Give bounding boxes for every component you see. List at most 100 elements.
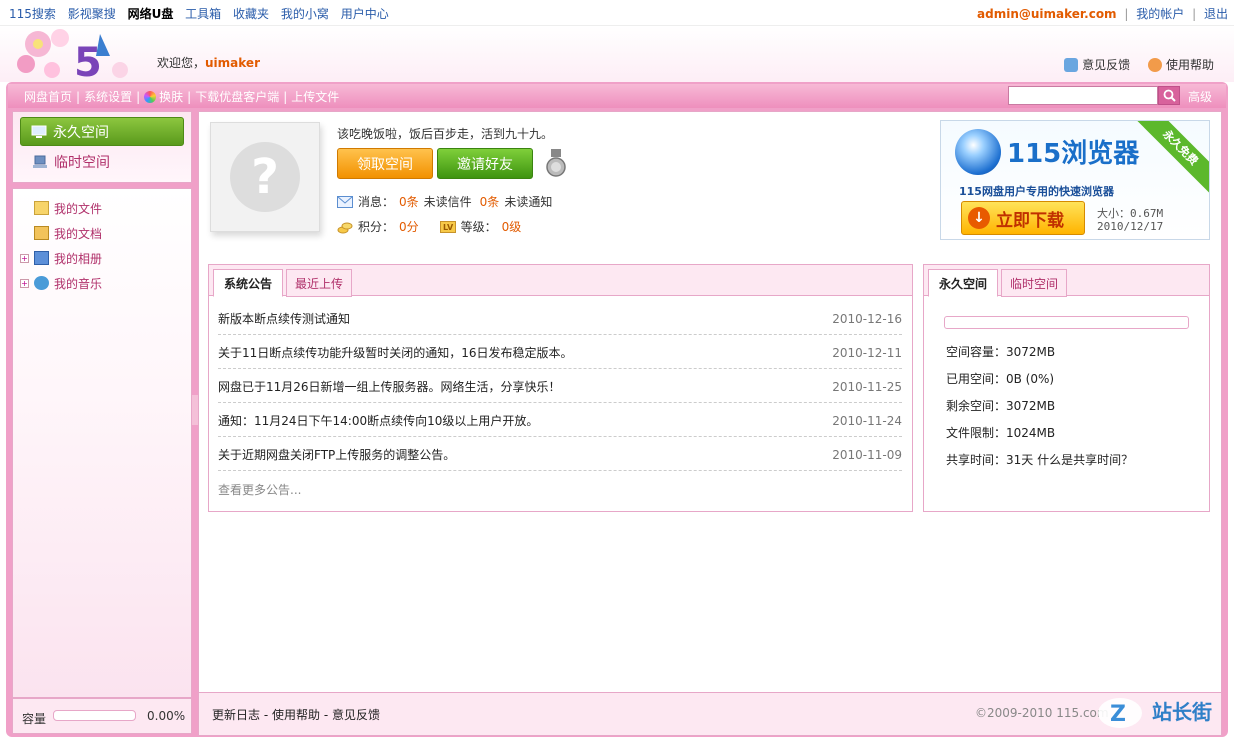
points-value: 0分 <box>399 220 419 234</box>
announcement-title[interactable]: 网盘已于11月26日新增一组上传服务器。网络生活，分享快乐！ <box>218 378 561 395</box>
svg-text:站长街: 站长街 <box>1152 700 1212 724</box>
nav-link-my-home[interactable]: 我的小窝 <box>281 7 329 21</box>
space-file-limit: 文件限制：1024MB <box>946 426 1056 440</box>
toolbar-settings[interactable]: 系统设置 <box>84 90 132 104</box>
nav-link-video-search[interactable]: 影视聚搜 <box>68 7 116 21</box>
tab-permanent-space[interactable]: 永久空间 <box>928 269 998 297</box>
browser-ad-banner[interactable]: 115浏览器 永久免费 115网盘用户专用的快速浏览器 ↓ 立即下载 大小：0.… <box>940 120 1210 240</box>
tree-item-my-files[interactable]: 我的文件 <box>20 199 102 217</box>
header-band: 5 欢迎您，uimaker 意见反馈 使用帮助 <box>0 26 1234 82</box>
tab-recent-uploads[interactable]: 最近上传 <box>286 269 352 297</box>
tree-item-my-documents[interactable]: 我的文档 <box>20 224 102 242</box>
feedback-label: 意见反馈 <box>1082 58 1131 72</box>
nav-link-toolbox[interactable]: 工具箱 <box>185 7 221 21</box>
toolbar-upload-file[interactable]: 上传文件 <box>291 90 339 104</box>
announcement-date: 2010-12-16 <box>832 311 902 326</box>
announcement-row[interactable]: 关于11日断点续传功能升级暂时关闭的通知，16日发布稳定版本。 2010-12-… <box>218 337 902 369</box>
search-icon <box>1163 89 1176 102</box>
announcement-title[interactable]: 通知：11月24日下午14:00断点续传向10级以上用户开放。 <box>218 412 538 429</box>
unread-mail-text: 未读信件 <box>423 195 472 209</box>
footer-changelog-link[interactable]: 更新日志 <box>212 708 260 722</box>
svg-text:LV: LV <box>443 223 454 232</box>
announcement-date: 2010-11-09 <box>832 447 902 462</box>
announcement-date: 2010-12-11 <box>832 345 902 360</box>
toolbar-download-client[interactable]: 下载优盘客户端 <box>195 90 279 104</box>
logout-link[interactable]: 退出 <box>1204 7 1228 21</box>
skin-palette-icon <box>144 91 157 103</box>
help-link[interactable]: 使用帮助 <box>1147 56 1214 73</box>
points-row: 积分： 0分 LV 等级： 0级 <box>337 218 521 235</box>
search-input[interactable] <box>1008 86 1158 105</box>
ad-free-ribbon: 永久免费 <box>1133 121 1209 195</box>
top-nav-links: 115搜索 影视聚搜 网络U盘 工具箱 收藏夹 我的小窝 用户中心 <box>9 5 397 22</box>
expand-icon[interactable]: + <box>20 253 29 263</box>
separator: | <box>76 90 81 104</box>
announcement-row[interactable]: 关于近期网盘关闭FTP上传服务的调整公告。 2010-11-09 <box>218 439 902 471</box>
nav-link-115-search[interactable]: 115搜索 <box>9 7 56 21</box>
footer-help-link[interactable]: 使用帮助 <box>272 708 320 722</box>
permanent-space-label: 永久空间 <box>53 124 109 141</box>
tree-item-label: 我的音乐 <box>54 276 103 291</box>
browser-globe-icon <box>955 129 1001 175</box>
toolbar-disk-home[interactable]: 网盘首页 <box>24 90 72 104</box>
tree-item-label: 我的文件 <box>54 201 103 216</box>
tree-item-my-music[interactable]: + 我的音乐 <box>20 274 102 292</box>
welcome-prefix: 欢迎您， <box>157 56 206 70</box>
permanent-space-tab[interactable]: 永久空间 <box>20 117 184 146</box>
ad-download-label: 立即下载 <box>996 210 1064 231</box>
help-icon <box>1147 57 1162 72</box>
temporary-space-tab[interactable]: 临时空间 <box>20 148 184 175</box>
ad-release-date: 2010/12/17 <box>1097 220 1164 233</box>
unread-mail-count[interactable]: 0条 <box>399 193 419 210</box>
space-info-panel <box>923 264 1210 512</box>
level-badge-icon: LV <box>439 220 456 233</box>
music-note-icon <box>34 276 49 290</box>
separator: | <box>136 90 141 104</box>
expand-icon[interactable]: + <box>20 278 29 288</box>
photo-icon <box>34 251 49 265</box>
my-account-link[interactable]: 我的帐户 <box>1136 7 1184 21</box>
footer-feedback-link[interactable]: 意见反馈 <box>332 708 380 722</box>
toolbar-change-skin[interactable]: 换肤 <box>159 90 183 104</box>
nav-link-favorites[interactable]: 收藏夹 <box>233 7 269 21</box>
announcement-row[interactable]: 新版本断点续传测试通知 2010-12-16 <box>218 303 902 335</box>
space-used: 已用空间：0B (0%) <box>946 372 1055 386</box>
tab-temporary-space[interactable]: 临时空间 <box>1001 269 1067 297</box>
nav-link-network-disk[interactable]: 网络U盘 <box>128 7 174 21</box>
welcome-username: uimaker <box>205 56 260 70</box>
feedback-link[interactable]: 意见反馈 <box>1064 56 1130 73</box>
announcement-title[interactable]: 关于11日断点续传功能升级暂时关闭的通知，16日发布稳定版本。 <box>218 344 573 361</box>
announcement-title[interactable]: 新版本断点续传测试通知 <box>218 310 350 327</box>
file-icon <box>34 201 49 215</box>
announcement-row[interactable]: 通知：11月24日下午14:00断点续传向10级以上用户开放。 2010-11-… <box>218 405 902 437</box>
ad-file-size: 大小：0.67M <box>1097 207 1164 220</box>
space-usage-bar <box>944 316 1189 329</box>
avatar[interactable]: ? <box>210 122 320 232</box>
tab-system-announcements[interactable]: 系统公告 <box>213 269 283 297</box>
watermark-logo: Z 站长街 <box>1098 698 1212 728</box>
site-logo: 5 <box>17 29 128 82</box>
nav-link-user-center[interactable]: 用户中心 <box>341 7 389 21</box>
envelope-icon <box>337 195 353 208</box>
ad-download-button[interactable]: ↓ 立即下载 <box>961 201 1085 235</box>
header-links: 意见反馈 使用帮助 <box>1050 56 1214 75</box>
announcement-title[interactable]: 关于近期网盘关闭FTP上传服务的调整公告。 <box>218 446 455 463</box>
claim-space-button[interactable]: 领取空间 <box>337 148 433 179</box>
tree-item-my-photos[interactable]: + 我的相册 <box>20 249 102 267</box>
user-slogan: 该吃晚饭啦，饭后百步走，活到九十九。 <box>337 127 554 141</box>
user-email[interactable]: admin@uimaker.com <box>977 7 1117 21</box>
advanced-search-link[interactable]: 高级 <box>1188 88 1212 105</box>
points-label: 积分： <box>358 220 395 234</box>
computer-icon <box>31 125 47 138</box>
top-nav-account: admin@uimaker.com | 我的帐户 | 退出 <box>977 5 1228 22</box>
search-button[interactable] <box>1158 86 1180 105</box>
unread-notice-count[interactable]: 0条 <box>480 193 500 210</box>
separator: | <box>1192 7 1197 21</box>
invite-friends-button[interactable]: 邀请好友 <box>437 148 533 179</box>
announcement-row[interactable]: 网盘已于11月26日新增一组上传服务器。网络生活，分享快乐！ 2010-11-2… <box>218 371 902 403</box>
footer-links: 更新日志 - 使用帮助 - 意见反馈 <box>212 708 380 722</box>
tree-item-label: 我的文档 <box>54 226 103 241</box>
separator: | <box>1124 7 1129 21</box>
more-announcements-link[interactable]: 查看更多公告... <box>218 481 301 498</box>
download-arrow-icon: ↓ <box>968 207 990 229</box>
